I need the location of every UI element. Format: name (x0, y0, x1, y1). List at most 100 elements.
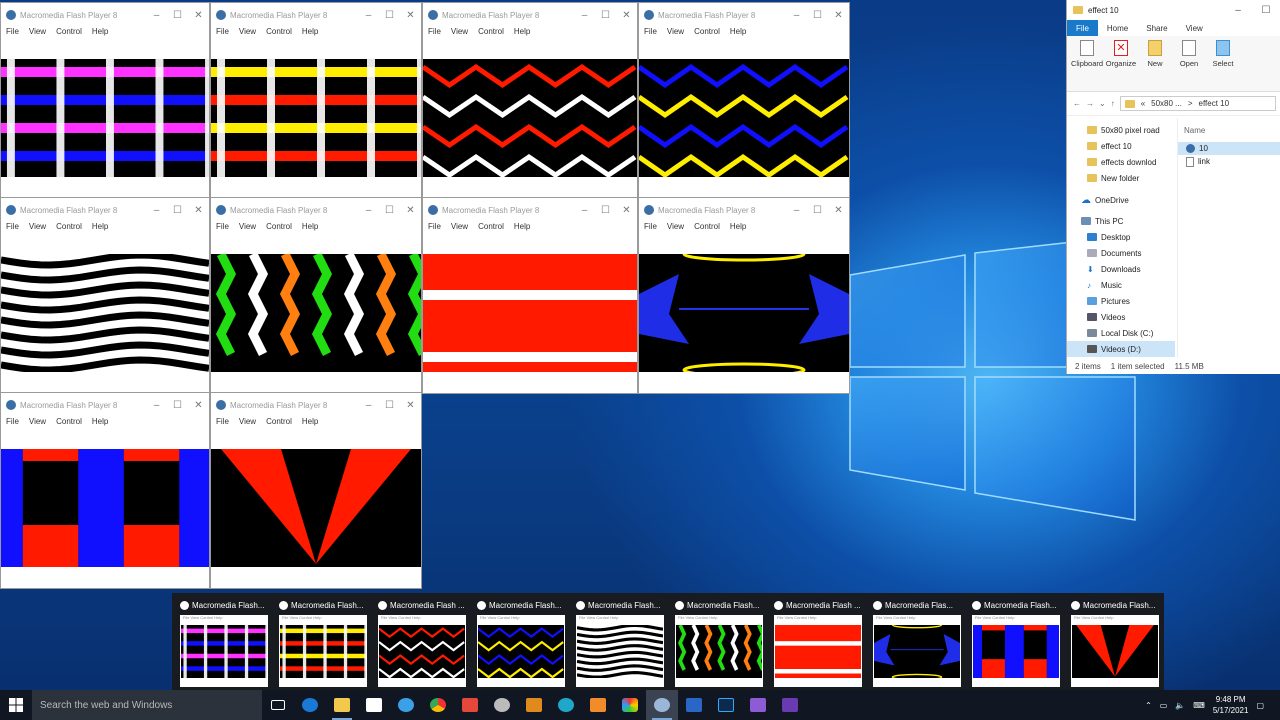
menu-item-control[interactable]: Control (694, 222, 720, 235)
store-icon[interactable] (358, 690, 390, 720)
taskbar-thumbnail[interactable]: Macromedia Flash ...File View Control He… (774, 598, 866, 686)
taskbar-thumbnail[interactable]: Macromedia Flas...File View Control Help (873, 598, 965, 686)
back-icon[interactable]: ← (1073, 99, 1081, 108)
maximize-button[interactable]: ☐ (379, 10, 400, 21)
window-titlebar[interactable]: Macromedia Flash Player 8–☐✕ (639, 3, 849, 27)
menu-item-help[interactable]: Help (730, 222, 746, 235)
flash-player-window[interactable]: Macromedia Flash Player 8–☐✕ FileViewCon… (0, 2, 210, 199)
taskbar-thumbnail[interactable]: Macromedia Flash...File View Control Hel… (477, 598, 569, 686)
flash-player-window[interactable]: Macromedia Flash Player 8–☐✕ FileViewCon… (210, 197, 422, 394)
app-icon-red[interactable] (454, 690, 486, 720)
flash-player-window[interactable]: Macromedia Flash Player 8–☐✕ File View Con… (210, 2, 422, 199)
menu-item-control[interactable]: Control (266, 27, 292, 40)
menu-item-help[interactable]: Help (514, 222, 530, 235)
recent-dropdown-icon[interactable]: ⌄ (1099, 99, 1106, 108)
minimize-button[interactable]: – (358, 205, 379, 216)
menu-item-file[interactable]: File (644, 27, 657, 40)
file-item[interactable]: link (1178, 155, 1280, 168)
menu-item-view[interactable]: View (29, 27, 46, 40)
maximize-button[interactable]: ☐ (167, 400, 188, 411)
nav-item-onedrive[interactable]: ☁OneDrive (1067, 192, 1175, 208)
file-item[interactable]: 10 (1178, 142, 1280, 155)
organize-button[interactable]: ✕Organize (1105, 40, 1137, 87)
nav-item-videos-d[interactable]: Videos (D:) (1067, 341, 1175, 357)
minimize-button[interactable]: – (786, 205, 807, 216)
nav-item-folder[interactable]: New folder (1067, 170, 1175, 186)
edge-legacy-icon[interactable] (294, 690, 326, 720)
menu-item-view[interactable]: View (239, 27, 256, 40)
menu-item-file[interactable]: File (644, 222, 657, 235)
maximize-button[interactable]: ☐ (807, 10, 828, 21)
app-icon-multicolor[interactable] (614, 690, 646, 720)
calculator-icon[interactable] (678, 690, 710, 720)
internet-explorer-icon[interactable] (390, 690, 422, 720)
close-button[interactable]: ✕ (616, 205, 637, 216)
menu-item-file[interactable]: File (6, 222, 19, 235)
menu-item-help[interactable]: Help (302, 222, 318, 235)
menu-item-file[interactable]: File (428, 222, 441, 235)
menu-item-file[interactable]: File (216, 417, 229, 430)
new-button[interactable]: New (1139, 40, 1171, 87)
taskbar-thumbnail[interactable]: Macromedia Flash...File View Control Hel… (1071, 598, 1163, 686)
flash-player-window[interactable]: Macromedia Flash Player 8–☐✕ FileViewCon… (638, 2, 850, 199)
select-button[interactable]: Select (1207, 40, 1239, 87)
menu-item-view[interactable]: View (451, 222, 468, 235)
nav-item-videos[interactable]: Videos (1067, 309, 1175, 325)
flash-player-window[interactable]: Macromedia Flash Player 8–☐✕ FileViewCon… (638, 197, 850, 394)
taskbar-search-box[interactable]: Search the web and Windows (32, 690, 262, 720)
window-titlebar[interactable]: Macromedia Flash Player 8–☐✕ (211, 3, 421, 27)
up-icon[interactable]: ↑ (1111, 99, 1115, 108)
menu-item-view[interactable]: View (239, 222, 256, 235)
keyboard-icon[interactable]: ⌨ (1193, 701, 1205, 710)
file-explorer-window[interactable]: effect 10 – ☐ File Home Share View Clipb… (1066, 0, 1280, 374)
menu-item-help[interactable]: Help (730, 27, 746, 40)
menu-item-help[interactable]: Help (302, 27, 318, 40)
minimize-button[interactable]: – (146, 10, 167, 21)
close-button[interactable]: ✕ (400, 205, 421, 216)
flash-player-window[interactable]: Macromedia Flash Player 8–☐✕ FileViewCon… (210, 392, 422, 589)
window-titlebar[interactable]: Macromedia Flash Player 8–☐✕ (1, 3, 209, 27)
flash-player-window[interactable]: Macromedia Flash Player 8–☐✕ FileViewCon… (0, 392, 210, 589)
menu-item-control[interactable]: Control (478, 222, 504, 235)
close-button[interactable]: ✕ (828, 10, 849, 21)
minimize-button[interactable]: – (786, 10, 807, 21)
nav-item-documents[interactable]: Documents (1067, 245, 1175, 261)
minimize-button[interactable]: – (574, 10, 595, 21)
window-titlebar[interactable]: Macromedia Flash Player 8–☐✕ (423, 3, 637, 27)
close-button[interactable]: ✕ (400, 400, 421, 411)
menu-item-control[interactable]: Control (478, 27, 504, 40)
open-button[interactable]: Open (1173, 40, 1205, 87)
nav-item-music[interactable]: ♪Music (1067, 277, 1175, 293)
maximize-button[interactable]: ☐ (379, 400, 400, 411)
app-icon-purple[interactable] (742, 690, 774, 720)
taskbar-thumbnail[interactable]: Macromedia Flash ...File View Control He… (378, 598, 470, 686)
menu-item-view[interactable]: View (29, 417, 46, 430)
close-button[interactable]: ✕ (828, 205, 849, 216)
explorer-titlebar[interactable]: effect 10 – ☐ (1067, 0, 1280, 20)
app-icon-gear[interactable] (486, 690, 518, 720)
network-icon[interactable]: ▭ (1160, 701, 1168, 710)
window-titlebar[interactable]: Macromedia Flash Player 8–☐✕ (423, 198, 637, 222)
menu-item-control[interactable]: Control (694, 27, 720, 40)
notifications-icon[interactable]: ▢ (1256, 701, 1264, 710)
menu-item-control[interactable]: Control (56, 417, 82, 430)
taskbar-thumbnail[interactable]: Macromedia Flash...File View Control Hel… (279, 598, 371, 686)
chrome-icon[interactable] (422, 690, 454, 720)
taskbar-thumbnail[interactable]: Macromedia Flash...File View Control Hel… (576, 598, 668, 686)
menu-item-view[interactable]: View (667, 222, 684, 235)
taskbar-thumbnail[interactable]: Macromedia Flash...File View Control Hel… (180, 598, 272, 686)
menu-item-help[interactable]: Help (92, 417, 108, 430)
nav-item-folder[interactable]: 50x80 pixel road (1067, 122, 1175, 138)
photoshop-icon[interactable] (710, 690, 742, 720)
menu-item-control[interactable]: Control (56, 222, 82, 235)
close-button[interactable]: ✕ (616, 10, 637, 21)
window-titlebar[interactable]: Macromedia Flash Player 8–☐✕ (1, 198, 209, 222)
menu-item-file[interactable]: File (216, 27, 229, 40)
forward-icon[interactable]: → (1086, 99, 1094, 108)
close-button[interactable]: ✕ (188, 400, 209, 411)
taskbar-thumbnail[interactable]: Macromedia Flash...File View Control Hel… (972, 598, 1064, 686)
nav-item-downloads[interactable]: ⬇Downloads (1067, 261, 1175, 277)
chevron-up-icon[interactable]: ⌃ (1145, 701, 1152, 710)
tab-share[interactable]: Share (1137, 20, 1176, 36)
nav-item-local-disk[interactable]: Local Disk (C:) (1067, 325, 1175, 341)
